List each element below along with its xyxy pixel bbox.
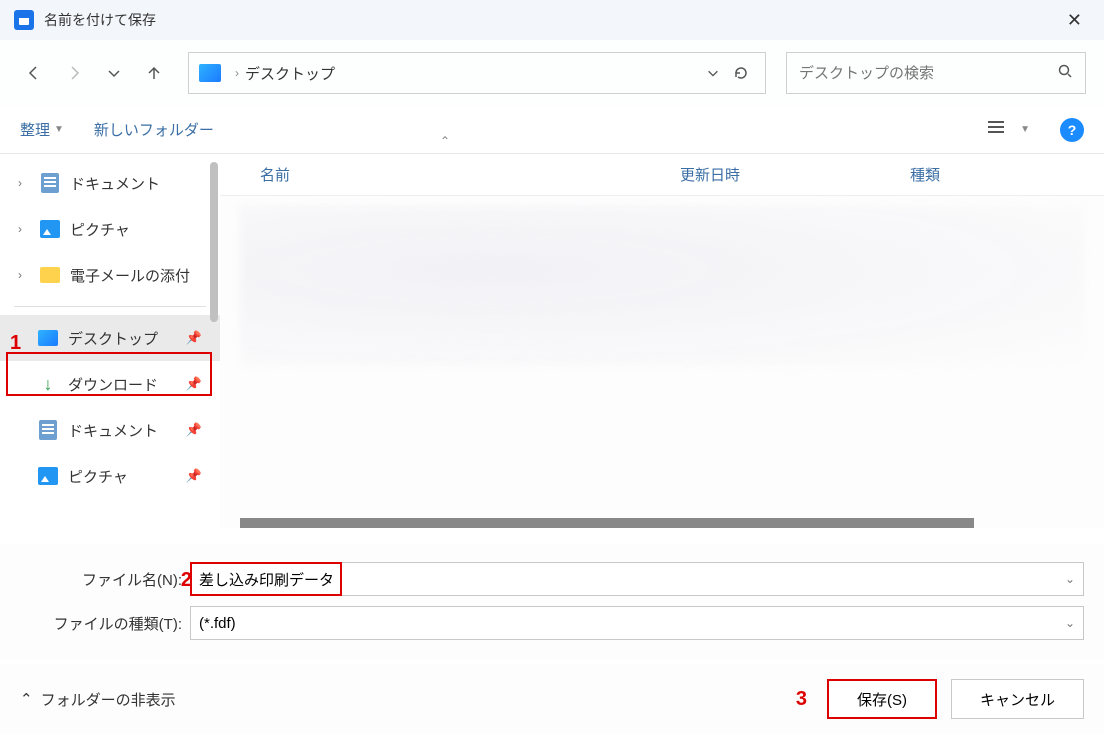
horizontal-scrollbar[interactable]: [240, 518, 974, 528]
sidebar-item-label: ドキュメント: [68, 420, 158, 441]
sidebar-item-email[interactable]: › 電子メールの添付: [0, 252, 220, 298]
sidebar: › ドキュメント › ピクチャ › 電子メールの添付 デスクトップ 📌 ↓ ダウ…: [0, 154, 220, 544]
forward-button[interactable]: [58, 57, 90, 89]
breadcrumb-current[interactable]: デスクトップ: [245, 63, 335, 84]
nav-row: › デスクトップ: [0, 40, 1104, 106]
picture-icon: [38, 466, 58, 486]
chevron-down-icon[interactable]: ⌄: [1065, 616, 1075, 630]
search-input[interactable]: [799, 65, 1057, 82]
sidebar-item-downloads[interactable]: ↓ ダウンロード 📌: [0, 361, 220, 407]
chevron-right-icon[interactable]: ›: [18, 222, 30, 236]
footer: ⌃ フォルダーの非表示 3 保存(S) キャンセル: [0, 664, 1104, 734]
picture-icon: [40, 219, 60, 239]
sidebar-item-documents[interactable]: › ドキュメント: [0, 160, 220, 206]
file-list[interactable]: [220, 196, 1104, 528]
sidebar-item-pictures[interactable]: › ピクチャ: [0, 206, 220, 252]
column-headers: 名前 ⌃ 更新日時 種類: [220, 154, 1104, 196]
annotation-2: 2: [181, 569, 192, 592]
recent-dropdown[interactable]: [98, 57, 130, 89]
chevron-up-icon: ⌃: [20, 690, 33, 708]
organize-menu[interactable]: 整理▼: [20, 119, 64, 140]
save-button[interactable]: 保存(S): [827, 679, 937, 719]
title-bar: 名前を付けて保存 ✕: [0, 0, 1104, 40]
chevron-down-icon[interactable]: ⌄: [1065, 572, 1075, 586]
pin-icon[interactable]: 📌: [186, 468, 202, 484]
chevron-right-icon[interactable]: ›: [18, 176, 30, 190]
body: › ドキュメント › ピクチャ › 電子メールの添付 デスクトップ 📌 ↓ ダウ…: [0, 154, 1104, 544]
column-date[interactable]: 更新日時: [680, 164, 910, 185]
new-folder-button[interactable]: 新しいフォルダー: [94, 119, 214, 140]
sidebar-scrollbar[interactable]: [208, 154, 220, 544]
sidebar-item-pictures-2[interactable]: ピクチャ 📌: [0, 453, 220, 499]
toolbar: 整理▼ 新しいフォルダー ▼ ?: [0, 106, 1104, 154]
annotation-3: 3: [796, 688, 807, 711]
download-icon: ↓: [38, 374, 58, 394]
pin-icon[interactable]: 📌: [186, 422, 202, 438]
hide-folders-toggle[interactable]: ⌃ フォルダーの非表示: [20, 689, 176, 710]
sidebar-item-label: ピクチャ: [70, 219, 130, 240]
document-icon: [40, 173, 60, 193]
document-icon: [38, 420, 58, 440]
sidebar-item-label: ドキュメント: [70, 173, 160, 194]
search-box[interactable]: [786, 52, 1086, 94]
close-button[interactable]: ✕: [1059, 6, 1090, 35]
sidebar-item-desktop[interactable]: デスクトップ 📌: [0, 315, 220, 361]
sidebar-divider: [14, 306, 206, 307]
filetype-label: ファイルの種類(T):: [20, 613, 190, 634]
sidebar-item-label: デスクトップ: [68, 328, 158, 349]
cancel-button[interactable]: キャンセル: [951, 679, 1084, 719]
refresh-button[interactable]: [727, 65, 755, 81]
view-mode-button[interactable]: [986, 119, 1006, 140]
breadcrumb-sep: ›: [235, 66, 239, 80]
sidebar-item-label: ダウンロード: [68, 374, 158, 395]
filename-form: ファイル名(N): 2 差し込み印刷データ ⌄ ファイルの種類(T): (*.f…: [0, 544, 1104, 660]
folder-icon: [199, 64, 221, 82]
help-button[interactable]: ?: [1060, 118, 1084, 142]
filename-input[interactable]: 差し込み印刷データ ⌄: [190, 562, 1084, 596]
chevron-right-icon[interactable]: ›: [18, 268, 30, 282]
sidebar-item-label: ピクチャ: [68, 466, 128, 487]
search-icon[interactable]: [1057, 63, 1073, 84]
folder-icon: [40, 265, 60, 285]
app-icon: [14, 10, 34, 30]
pin-icon[interactable]: 📌: [186, 330, 202, 346]
file-pane: 名前 ⌃ 更新日時 種類: [220, 154, 1104, 544]
back-button[interactable]: [18, 57, 50, 89]
view-controls: ▼: [986, 119, 1030, 140]
column-name[interactable]: 名前 ⌃: [260, 164, 680, 185]
annotation-1: 1: [10, 332, 21, 355]
sidebar-item-label: 電子メールの添付: [70, 265, 190, 286]
column-type[interactable]: 種類: [910, 164, 940, 185]
sidebar-item-documents-2[interactable]: ドキュメント 📌: [0, 407, 220, 453]
view-dropdown[interactable]: ▼: [1020, 124, 1030, 135]
window-title: 名前を付けて保存: [44, 10, 1059, 30]
sort-indicator-icon: ⌃: [440, 134, 450, 148]
desktop-icon: [38, 328, 58, 348]
up-button[interactable]: [138, 57, 170, 89]
filetype-select[interactable]: (*.fdf) ⌄: [190, 606, 1084, 640]
address-bar[interactable]: › デスクトップ: [188, 52, 766, 94]
address-dropdown[interactable]: [699, 66, 727, 80]
filename-label: ファイル名(N): 2: [20, 569, 190, 590]
pin-icon[interactable]: 📌: [186, 376, 202, 392]
